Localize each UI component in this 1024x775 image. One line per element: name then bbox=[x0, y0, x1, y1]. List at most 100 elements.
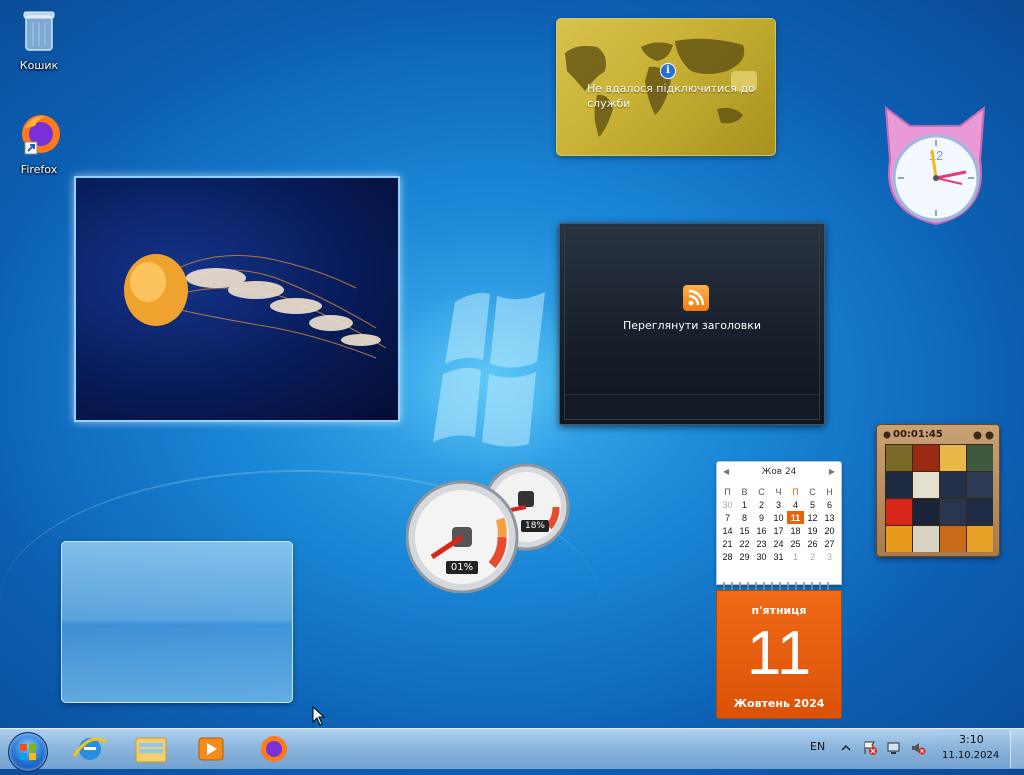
calendar-day[interactable]: 5 bbox=[804, 498, 821, 511]
calendar-day[interactable]: 16 bbox=[753, 524, 770, 537]
puzzle-tile[interactable] bbox=[913, 472, 939, 498]
puzzle-tile[interactable] bbox=[913, 445, 939, 471]
calendar-day[interactable]: 27 bbox=[821, 537, 838, 550]
puzzle-grid[interactable] bbox=[885, 444, 993, 552]
calendar-day-today[interactable]: 11 bbox=[787, 511, 804, 524]
puzzle-tile[interactable] bbox=[886, 499, 912, 525]
picture-puzzle-gadget[interactable]: 00:01:45 bbox=[876, 424, 1000, 557]
calendar-day[interactable]: 2 bbox=[804, 550, 821, 563]
network-icon[interactable] bbox=[886, 740, 902, 756]
calendar-day[interactable]: 30 bbox=[719, 498, 736, 511]
puzzle-tile[interactable] bbox=[913, 526, 939, 552]
calendar-gadget[interactable]: ◀ Жов 24 ▶ П В С Ч П С Н 30 1 2 3 4 5 6 bbox=[716, 461, 842, 719]
taskbar-file-explorer[interactable] bbox=[127, 730, 175, 768]
calendar-day[interactable]: 25 bbox=[787, 537, 804, 550]
start-button[interactable] bbox=[8, 732, 48, 772]
calendar-day[interactable]: 3 bbox=[821, 550, 838, 563]
calendar-day[interactable]: 17 bbox=[770, 524, 787, 537]
puzzle-tile[interactable] bbox=[886, 445, 912, 471]
calendar-day[interactable]: 8 bbox=[736, 511, 753, 524]
blank-glass-gadget[interactable] bbox=[61, 541, 293, 703]
puzzle-tile[interactable] bbox=[967, 472, 993, 498]
taskbar-firefox[interactable] bbox=[250, 730, 298, 768]
calendar-day-number: 11 bbox=[746, 619, 812, 688]
media-player-icon bbox=[198, 737, 224, 761]
calendar-month-header: Жов 24 bbox=[761, 467, 797, 477]
cpu-meter-gadget[interactable]: 01% 18% bbox=[405, 461, 578, 594]
puzzle-toolbar: 00:01:45 bbox=[881, 428, 995, 442]
calendar-day[interactable]: 31 bbox=[770, 550, 787, 563]
calendar-day[interactable]: 15 bbox=[736, 524, 753, 537]
day-header: С bbox=[809, 486, 816, 497]
clock-gadget[interactable]: 12 bbox=[876, 100, 994, 228]
clock-date[interactable]: 11.10.2024 bbox=[942, 750, 999, 761]
taskbar-media-player[interactable] bbox=[187, 730, 235, 768]
slideshow-gadget[interactable] bbox=[74, 176, 400, 422]
calendar-day[interactable]: 19 bbox=[804, 524, 821, 537]
folder-icon bbox=[135, 737, 167, 763]
rss-icon bbox=[683, 285, 709, 311]
puzzle-tile[interactable] bbox=[940, 526, 966, 552]
calendar-day[interactable]: 21 bbox=[719, 537, 736, 550]
help-icon[interactable] bbox=[973, 431, 982, 440]
calendar-day[interactable]: 1 bbox=[787, 550, 804, 563]
puzzle-tile[interactable] bbox=[967, 526, 993, 552]
view-headlines-link[interactable]: Переглянути заголовки bbox=[560, 319, 824, 332]
day-header: В bbox=[741, 486, 748, 497]
language-indicator[interactable]: EN bbox=[810, 740, 825, 753]
memory-usage-value: 18% bbox=[521, 520, 549, 532]
calendar-day[interactable]: 13 bbox=[821, 511, 838, 524]
day-header: П bbox=[724, 486, 731, 497]
clock-time[interactable]: 3:10 bbox=[959, 733, 984, 746]
calendar-day[interactable]: 26 bbox=[804, 537, 821, 550]
calendar-grid: П В С Ч П С Н 30 1 2 3 4 5 6 7 8 9 10 11… bbox=[719, 485, 838, 563]
puzzle-tile[interactable] bbox=[940, 499, 966, 525]
calendar-day[interactable]: 18 bbox=[787, 524, 804, 537]
calendar-day[interactable]: 14 bbox=[719, 524, 736, 537]
puzzle-tile[interactable] bbox=[886, 472, 912, 498]
calendar-day[interactable]: 28 bbox=[719, 550, 736, 563]
puzzle-tile[interactable] bbox=[940, 445, 966, 471]
desktop-icon-recycle-bin[interactable]: Кошик bbox=[3, 6, 75, 72]
action-center-flag-icon[interactable] bbox=[862, 740, 878, 756]
calendar-day[interactable]: 4 bbox=[787, 498, 804, 511]
calendar-day[interactable]: 12 bbox=[804, 511, 821, 524]
day-header: П bbox=[792, 486, 799, 497]
calendar-day[interactable]: 3 bbox=[770, 498, 787, 511]
calendar-day[interactable]: 6 bbox=[821, 498, 838, 511]
taskbar-internet-explorer[interactable] bbox=[66, 730, 114, 768]
calendar-month-page: ◀ Жов 24 ▶ П В С Ч П С Н 30 1 2 3 4 5 6 bbox=[716, 461, 842, 585]
calendar-day-page: п'ятниця 11 Жовтень 2024 bbox=[716, 590, 842, 719]
puzzle-timer: 00:01:45 bbox=[893, 429, 943, 440]
firefox-icon bbox=[22, 115, 60, 155]
day-header: С bbox=[758, 486, 765, 497]
calendar-day[interactable]: 22 bbox=[736, 537, 753, 550]
calendar-day[interactable]: 7 bbox=[719, 511, 736, 524]
calendar-day[interactable]: 29 bbox=[736, 550, 753, 563]
show-hidden-icons-icon[interactable] bbox=[841, 743, 851, 753]
feed-headlines-gadget[interactable]: Переглянути заголовки bbox=[559, 223, 825, 425]
puzzle-tile[interactable] bbox=[940, 472, 966, 498]
puzzle-tile[interactable] bbox=[913, 499, 939, 525]
calendar-day[interactable]: 24 bbox=[770, 537, 787, 550]
calendar-day[interactable]: 20 bbox=[821, 524, 838, 537]
shuffle-icon[interactable] bbox=[985, 431, 994, 440]
calendar-day[interactable]: 2 bbox=[753, 498, 770, 511]
cat-clock-icon: 12 bbox=[884, 105, 986, 226]
next-month-icon[interactable]: ▶ bbox=[829, 467, 835, 476]
recycle-bin-icon bbox=[23, 11, 55, 51]
calendar-day[interactable]: 23 bbox=[753, 537, 770, 550]
calendar-day[interactable]: 9 bbox=[753, 511, 770, 524]
show-desktop-button[interactable] bbox=[1010, 730, 1024, 768]
desktop-icon-firefox[interactable]: Firefox bbox=[3, 110, 75, 176]
puzzle-tile[interactable] bbox=[967, 445, 993, 471]
puzzle-tile[interactable] bbox=[886, 526, 912, 552]
calendar-day[interactable]: 10 bbox=[770, 511, 787, 524]
desktop-icon-label: Firefox bbox=[20, 163, 58, 176]
volume-muted-icon[interactable] bbox=[910, 740, 926, 756]
timer-icon bbox=[883, 431, 891, 439]
puzzle-tile[interactable] bbox=[967, 499, 993, 525]
currency-gadget[interactable]: i Не вдалося підключитися до служби bbox=[556, 18, 776, 156]
calendar-day[interactable]: 1 bbox=[736, 498, 753, 511]
calendar-day[interactable]: 30 bbox=[753, 550, 770, 563]
